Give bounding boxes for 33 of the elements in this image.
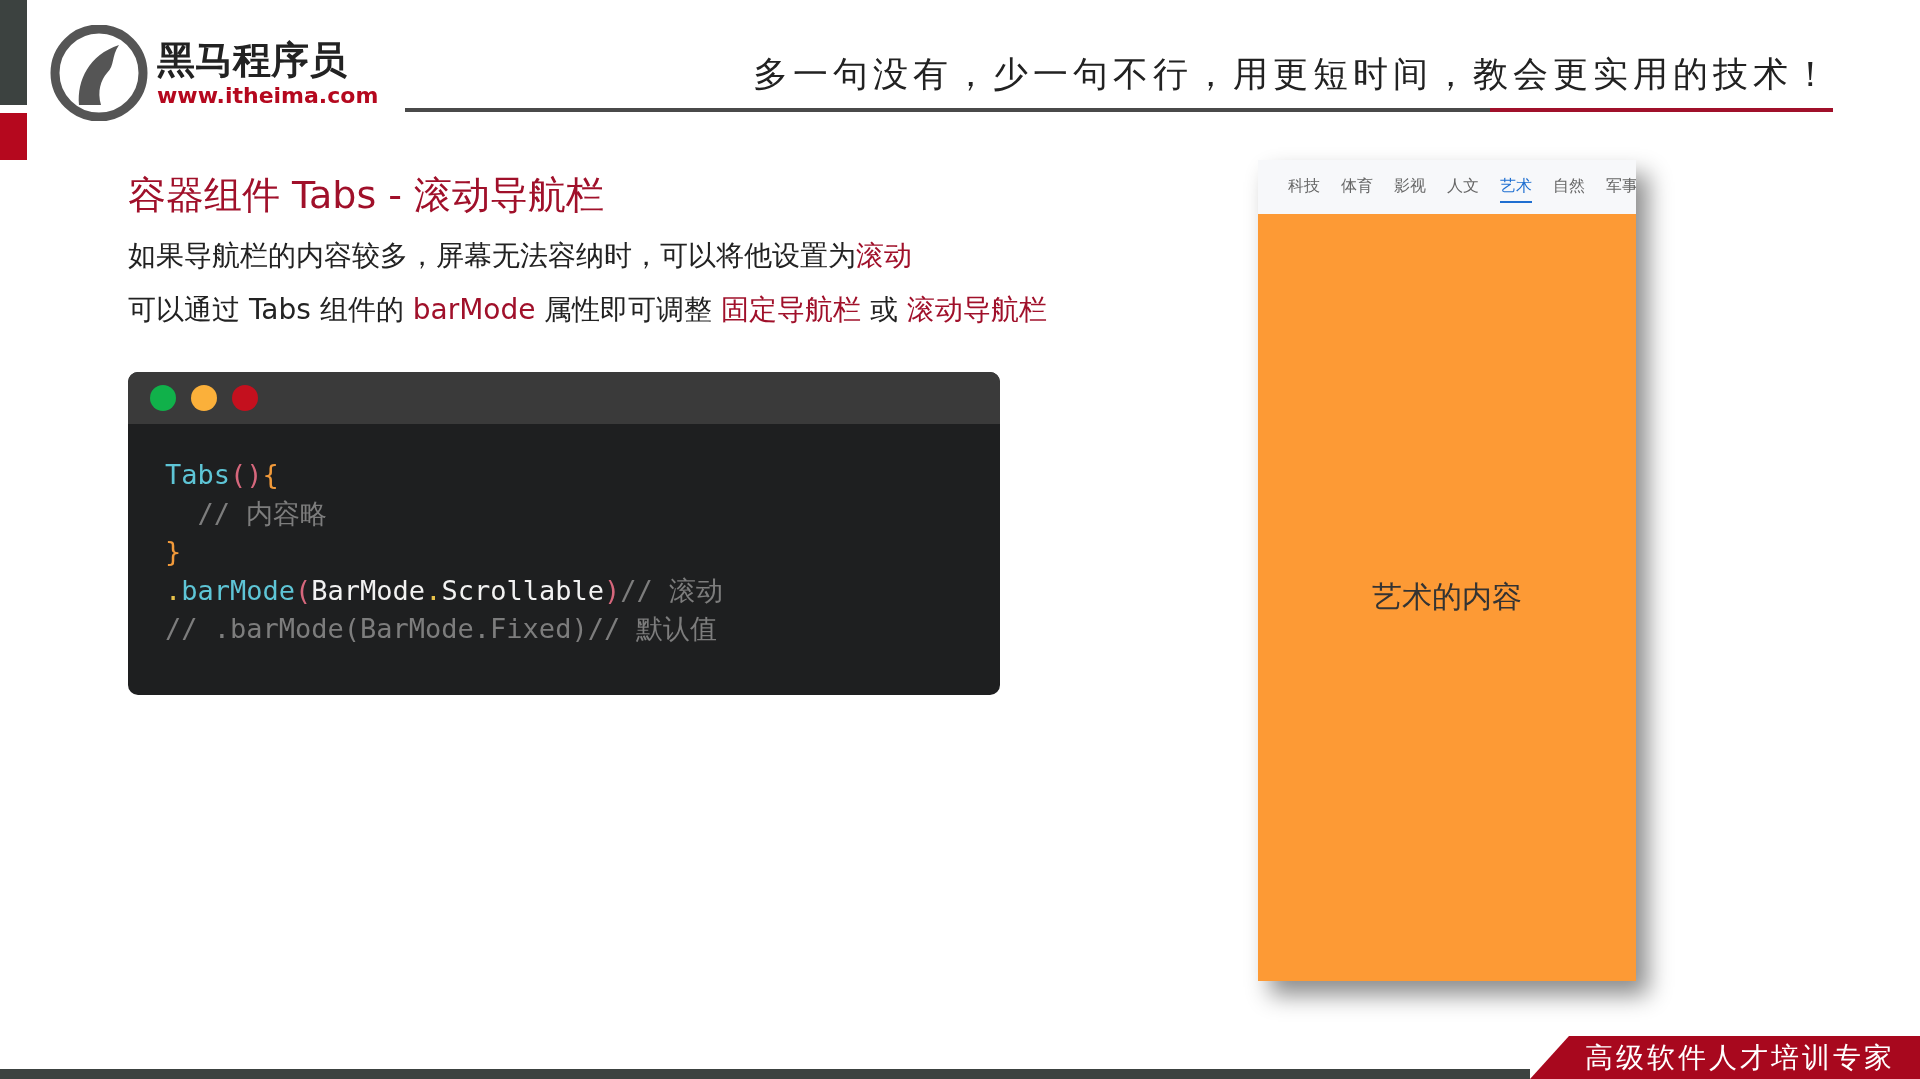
description-text: 可以通过 Tabs 组件的 barMode 属性即可调整 固定导航栏 或 滚动导航栏 (128, 292, 1049, 328)
tab[interactable]: 体育 (1341, 171, 1373, 203)
window-dot-icon (150, 385, 176, 411)
tab[interactable]: 科技 (1288, 171, 1320, 203)
code-token: ( (295, 574, 312, 606)
banner-text: 高级软件人才培训专家 (1584, 1039, 1895, 1076)
slogan: 多一句没有，少一句不行，用更短时间，教会更实用的技术！ (753, 53, 1833, 96)
tab[interactable]: 艺术 (1500, 171, 1532, 203)
side-bar (0, 113, 27, 160)
code-token: // 滚动 (620, 574, 723, 606)
code-token: barMode (181, 574, 296, 606)
code-token: BarMode (311, 574, 426, 606)
code-token: { (262, 459, 279, 490)
window-dot-icon (191, 385, 217, 411)
code-token: // 内容略 (196, 497, 328, 529)
logo-icon (49, 25, 149, 121)
content-text: 艺术的内容 (1372, 578, 1522, 616)
code-token: // .barMode(BarMode.Fixed)// 默认值 (165, 613, 718, 644)
code-token: ) (603, 574, 621, 606)
code-token: Scrollable (441, 574, 604, 606)
tab[interactable]: 影视 (1394, 171, 1426, 203)
tab[interactable]: 人文 (1447, 171, 1479, 203)
window-dot-icon (232, 385, 258, 411)
description-text: 如果导航栏的内容较多，屏幕无法容纳时，可以将他设置为滚动 (128, 238, 913, 274)
code-token: () (230, 459, 263, 490)
brand-name: 黑马程序员 (157, 37, 348, 83)
slide-title: 容器组件 Tabs - 滚动导航栏 (128, 172, 606, 219)
code-token: } (165, 536, 182, 567)
tab[interactable]: 自然 (1553, 171, 1585, 203)
website-url: www.itheima.com (157, 83, 379, 109)
code-token: . (425, 574, 442, 606)
code-token: Tabs (165, 459, 231, 490)
code-token: . (165, 574, 182, 606)
